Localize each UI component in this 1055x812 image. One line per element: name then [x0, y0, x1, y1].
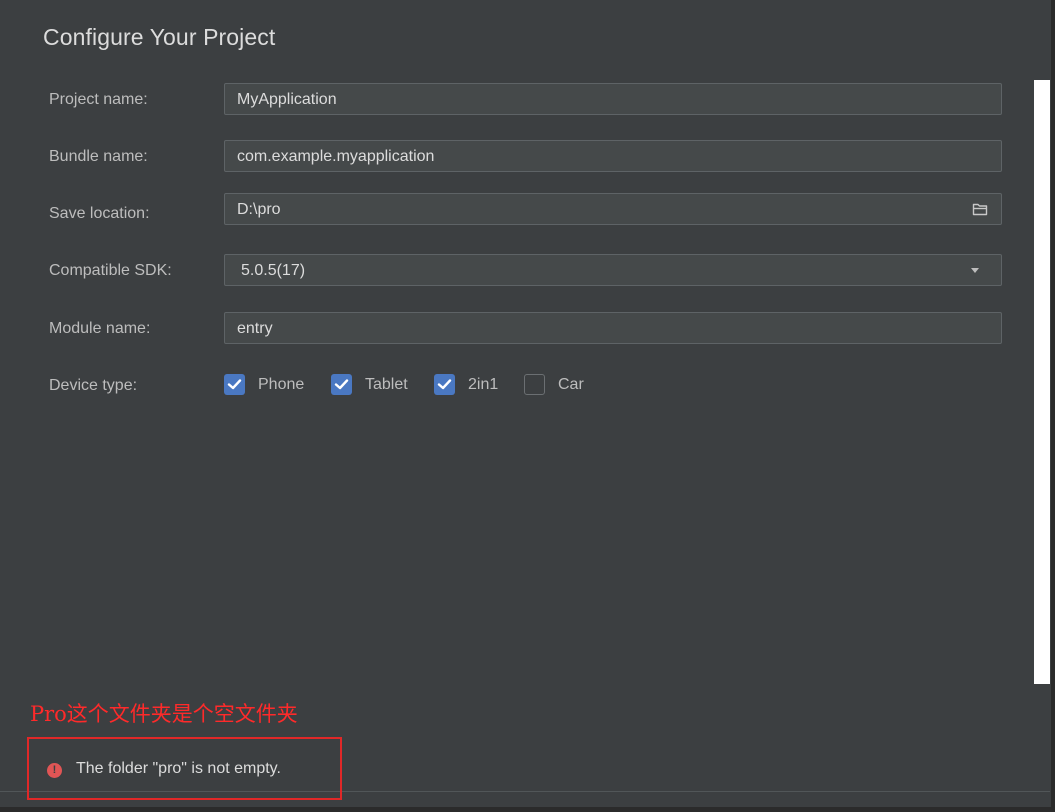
device-label-tablet: Tablet — [365, 376, 408, 393]
bundle-name-field[interactable]: com.example.myapplication — [224, 140, 1002, 172]
save-location-field[interactable]: D:\pro — [224, 193, 1002, 225]
checkbox-checked-icon[interactable] — [434, 374, 455, 395]
device-label-phone: Phone — [258, 376, 305, 393]
module-name-field[interactable]: entry — [224, 312, 1002, 344]
module-name-label: Module name: — [49, 320, 151, 337]
device-label-car: Car — [558, 376, 584, 393]
project-name-field[interactable]: MyApplication — [224, 83, 1002, 115]
compatible-sdk-value: 5.0.5(17) — [241, 262, 306, 279]
checkbox-unchecked-icon[interactable] — [524, 374, 545, 395]
save-location-label: Save location: — [49, 205, 150, 222]
page-title: Configure Your Project — [43, 24, 276, 50]
folder-icon[interactable] — [972, 202, 989, 216]
chevron-down-icon[interactable] — [971, 268, 979, 273]
project-name-label: Project name: — [49, 91, 148, 108]
compatible-sdk-label: Compatible SDK: — [49, 262, 172, 279]
bundle-name-value: com.example.myapplication — [237, 148, 435, 165]
checkbox-checked-icon[interactable] — [331, 374, 352, 395]
window-edge — [1051, 0, 1055, 812]
annotation-highlight-box — [27, 737, 342, 800]
module-name-value: entry — [237, 320, 273, 337]
annotation-note: Pro这个文件夹是个空文件夹 — [30, 702, 298, 726]
device-type-label: Device type: — [49, 377, 138, 394]
save-location-value: D:\pro — [237, 201, 281, 218]
bundle-name-label: Bundle name: — [49, 148, 148, 165]
window-edge-bottom — [0, 807, 1055, 812]
vertical-scrollbar[interactable] — [1034, 80, 1050, 684]
checkbox-checked-icon[interactable] — [224, 374, 245, 395]
compatible-sdk-select[interactable]: 5.0.5(17) — [224, 254, 1002, 286]
configure-project-dialog: Configure Your Project Project name: MyA… — [0, 0, 1055, 812]
device-label-2in1: 2in1 — [468, 376, 499, 393]
project-name-value: MyApplication — [237, 91, 337, 108]
